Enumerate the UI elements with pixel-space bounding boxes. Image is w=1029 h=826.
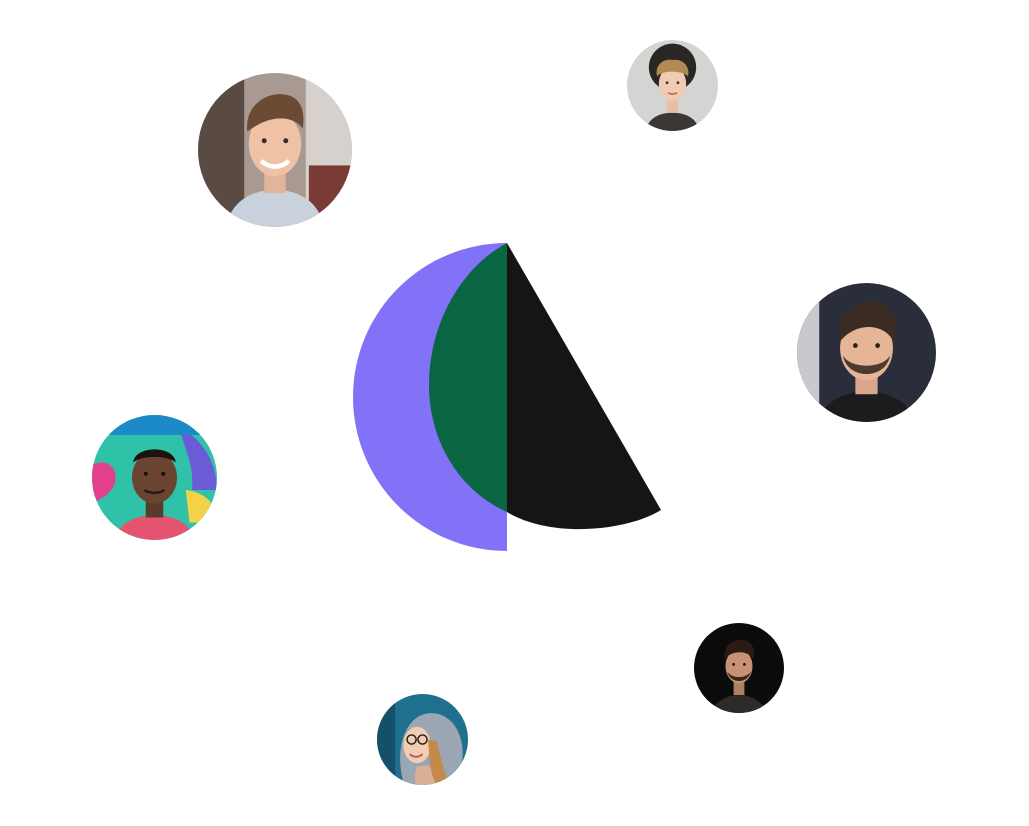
avatar-curly-hair-man <box>627 40 718 131</box>
avatar-dark-background-man <box>694 623 784 713</box>
avatar-bearded-man <box>797 283 936 422</box>
avatar-graffiti-man <box>92 415 217 540</box>
logo-black-shape <box>507 243 661 530</box>
hero-illustration <box>0 0 1029 826</box>
avatar-hooded-woman <box>377 694 468 785</box>
avatar-smiling-man <box>198 73 352 227</box>
brand-logo-icon <box>350 240 665 555</box>
